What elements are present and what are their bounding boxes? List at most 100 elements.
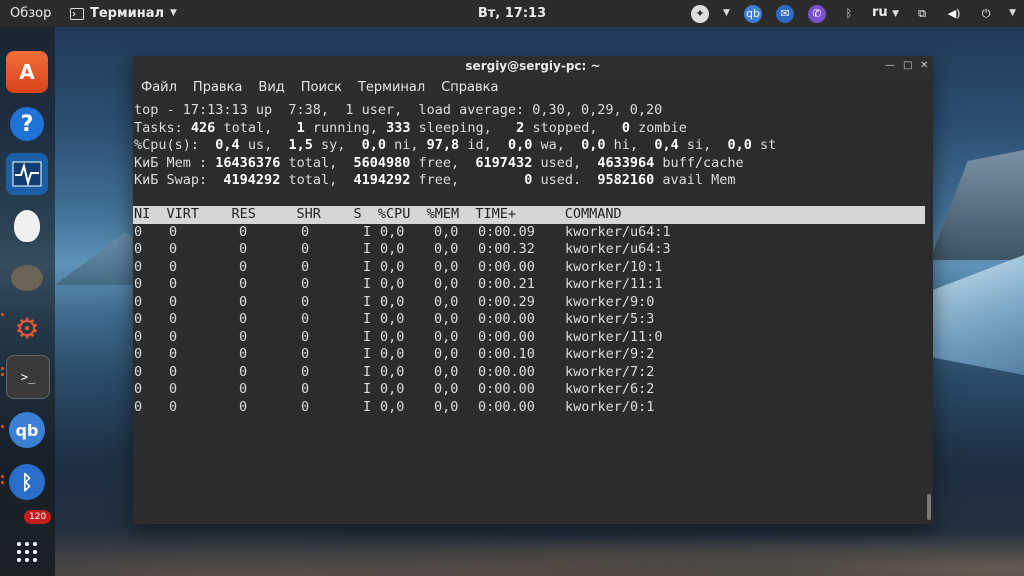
maximize-button[interactable]: □ — [903, 56, 912, 76]
wallpaper-ice — [930, 255, 1024, 375]
cell-mem: 0,0 — [434, 398, 459, 415]
menu-view[interactable]: Вид — [250, 76, 292, 100]
cell-mem: 0,0 — [434, 328, 459, 345]
cell-virt: 0 — [169, 381, 178, 397]
cell-cpu: 0,0 — [380, 328, 405, 345]
terminal-output[interactable]: top - 17:13:13 up 7:38, 1 user, load ave… — [133, 100, 925, 524]
cell-ni: 0 — [134, 398, 143, 415]
notification-badge: 120 — [24, 510, 52, 524]
help-icon[interactable]: ? — [6, 103, 48, 145]
bluetooth-app-icon[interactable]: ᛒ — [6, 461, 48, 503]
ubuntu-software-icon[interactable]: A — [6, 51, 48, 93]
minimize-button[interactable]: — — [885, 56, 895, 76]
table-row: 0 0 0 0 I 0,0 0,0 0:00.29 kworker/9:0 — [134, 294, 924, 312]
menu-search[interactable]: Поиск — [293, 76, 350, 100]
table-row: 0 0 0 0 I 0,0 0,0 0:00.09 kworker/u64:1 — [134, 224, 924, 242]
cell-ni: 0 — [134, 381, 143, 397]
table-row: 0 0 0 0 I 0,0 0,0 0:00.10 kworker/9:2 — [134, 346, 924, 364]
cell-command: kworker/9:2 — [565, 346, 655, 362]
scrollbar[interactable] — [925, 100, 933, 524]
egg-app-icon[interactable] — [6, 205, 48, 247]
cell-cpu: 0,0 — [380, 276, 405, 292]
power-icon[interactable]: ⏻ — [977, 5, 995, 23]
menu-edit[interactable]: Правка — [185, 76, 250, 100]
cell-time: 0:00.32 — [478, 241, 535, 257]
cell-s: I — [363, 241, 372, 257]
cell-mem: 0,0 — [434, 346, 459, 362]
cpu-line: %Cpu(s): 0,4 us, 1,5 sy, 0,0 ni, 97,8 id… — [134, 137, 777, 153]
cell-s: I — [363, 398, 372, 415]
cell-res: 0 — [239, 328, 248, 345]
dock: A ? ⚙ >_ qb ᛒ 120 — [0, 27, 55, 576]
wallpaper-rocks — [55, 516, 1024, 576]
cell-command: kworker/5:3 — [565, 311, 655, 327]
menu-terminal[interactable]: Терминал — [350, 76, 433, 100]
terminal-icon[interactable]: >_ — [6, 355, 50, 399]
cell-res: 0 — [239, 363, 248, 380]
accessibility-icon[interactable]: ✦ — [691, 4, 710, 23]
cell-command: kworker/6:2 — [565, 381, 655, 397]
menu-help[interactable]: Справка — [433, 76, 506, 100]
cell-res: 0 — [239, 276, 248, 292]
system-monitor-icon[interactable] — [6, 153, 48, 195]
network-icon[interactable]: ⧉ — [913, 5, 931, 23]
cell-ni: 0 — [134, 276, 143, 292]
cell-command: kworker/11:1 — [565, 276, 663, 292]
cell-s: I — [363, 276, 372, 292]
app-menu[interactable]: Терминал ▼ — [70, 0, 177, 27]
cell-mem: 0,0 — [434, 241, 459, 257]
show-applications-icon[interactable] — [6, 531, 48, 573]
cell-command: kworker/u64:3 — [565, 241, 671, 257]
cell-shr: 0 — [301, 381, 310, 397]
activities-button[interactable]: Обзор — [10, 0, 51, 27]
qbittorrent-icon[interactable]: qb — [6, 409, 48, 451]
running-indicator — [1, 481, 4, 484]
cell-time: 0:00.00 — [478, 311, 535, 327]
thunderbird-tray-icon[interactable]: ✉ — [775, 4, 794, 23]
bluetooth-tray-icon[interactable]: ᛒ — [840, 5, 858, 23]
cell-virt: 0 — [169, 346, 178, 362]
cell-mem: 0,0 — [434, 381, 459, 397]
keyboard-layout[interactable]: ru ▼ — [872, 0, 899, 28]
cell-s: I — [363, 328, 372, 345]
swap-line: КиБ Swap: 4194292 total, 4194292 free, 0… — [134, 172, 736, 188]
table-row: 0 0 0 0 I 0,0 0,0 0:00.00 kworker/5:3 — [134, 311, 924, 329]
cell-s: I — [363, 363, 372, 380]
volume-icon[interactable]: ◀) — [945, 5, 963, 23]
gimp-icon[interactable] — [6, 257, 48, 299]
viber-tray-icon[interactable]: ✆ — [807, 4, 826, 23]
scrollbar-thumb[interactable] — [927, 494, 931, 520]
cell-cpu: 0,0 — [380, 346, 405, 362]
cell-cpu: 0,0 — [380, 311, 405, 327]
close-button[interactable]: ✕ — [920, 56, 928, 76]
menu-file[interactable]: Файл — [133, 76, 185, 100]
cell-command: kworker/11:0 — [565, 328, 663, 345]
cell-ni: 0 — [134, 328, 143, 345]
cell-cpu: 0,0 — [380, 241, 405, 257]
window-title: sergiy@sergiy-pc: ~ — [133, 56, 933, 76]
qbittorrent-tray-icon[interactable]: qb — [743, 4, 762, 23]
cell-ni: 0 — [134, 311, 143, 327]
cell-cpu: 0,0 — [380, 398, 405, 415]
cell-ni: 0 — [134, 241, 143, 257]
cell-command: kworker/9:0 — [565, 293, 655, 310]
process-table-header: NI VIRT RES SHR S %CPU %MEM TIME+ COMMAN… — [133, 206, 925, 224]
system-tray: ✦ ▼ qb ✉ ✆ ᛒ ru ▼ ⧉ ◀) ⏻ ▼ — [691, 0, 1016, 27]
cell-virt: 0 — [169, 258, 178, 275]
cell-time: 0:00.00 — [478, 398, 535, 415]
settings-icon[interactable]: ⚙ — [6, 307, 48, 349]
table-row: 0 0 0 0 I 0,0 0,0 0:00.00 kworker/6:2 — [134, 381, 924, 399]
cell-s: I — [363, 346, 372, 362]
chevron-down-icon: ▼ — [1009, 8, 1016, 18]
cell-virt: 0 — [169, 293, 178, 310]
cell-virt: 0 — [169, 276, 178, 292]
top-panel: Обзор Терминал ▼ Вт, 17:13 ✦ ▼ qb ✉ ✆ ᛒ … — [0, 0, 1024, 27]
cell-time: 0:00.00 — [478, 328, 535, 345]
cell-mem: 0,0 — [434, 311, 459, 327]
chevron-down-icon: ▼ — [170, 8, 177, 18]
cell-time: 0:00.00 — [478, 363, 535, 380]
cell-command: kworker/7:2 — [565, 363, 655, 380]
table-row: 0 0 0 0 I 0,0 0,0 0:00.00 kworker/7:2 — [134, 364, 924, 382]
cell-shr: 0 — [301, 363, 310, 380]
cell-cpu: 0,0 — [380, 293, 405, 310]
